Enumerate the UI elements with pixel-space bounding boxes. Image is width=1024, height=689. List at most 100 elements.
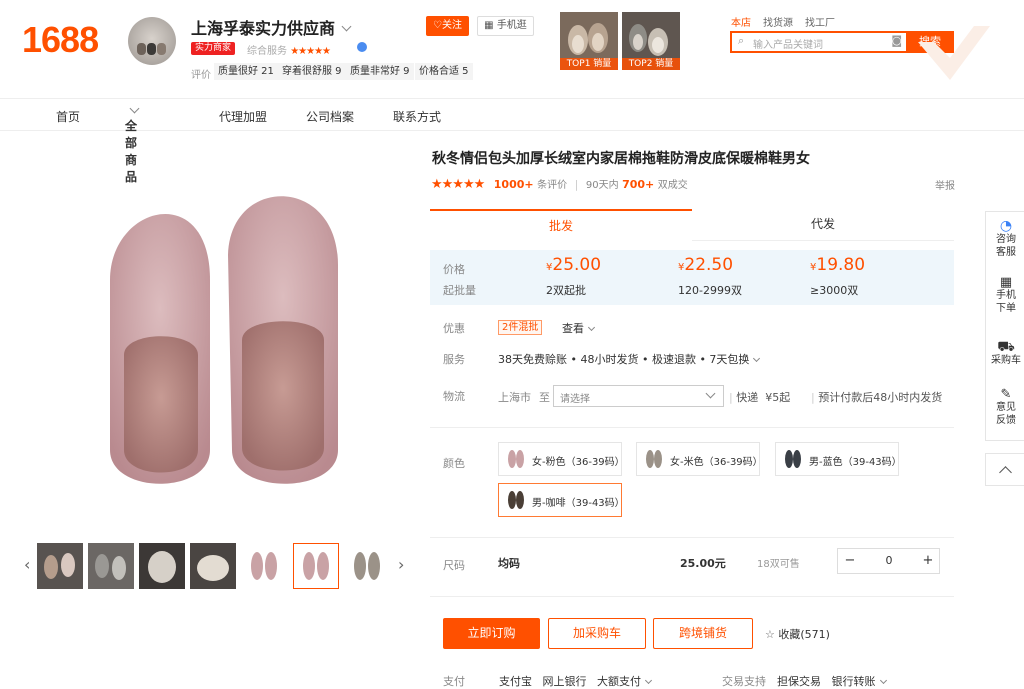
review-tag[interactable]: 穿着很舒服 9 (278, 63, 346, 80)
chevron-left-icon[interactable]: ‹ (24, 555, 30, 574)
chevron-right-icon[interactable]: › (398, 555, 404, 574)
report-link[interactable]: 举报 (935, 177, 955, 192)
search-icon: ⌕ (738, 34, 745, 47)
size-price: 25.00元 (680, 557, 726, 570)
thumbnail[interactable] (37, 543, 83, 589)
chevron-down-icon (753, 354, 761, 363)
thumbnail-selected[interactable] (293, 543, 339, 589)
nav-item[interactable]: 公司档案 (306, 108, 354, 125)
sidebar-label: 咨询 客服 (996, 234, 1016, 258)
logo[interactable]: 1688 (22, 19, 99, 61)
chevron-down-icon (587, 323, 596, 332)
moq-label: 起批量 (443, 284, 476, 297)
favorite-button[interactable]: ☆ 收藏(571) (765, 626, 830, 642)
qr-icon: ▦ (999, 275, 1013, 290)
qty-tier-1: 2双起批 (546, 284, 586, 297)
scope-tab[interactable]: 找工厂 (805, 18, 835, 29)
sidebar-item-feedback[interactable]: ✎ 意见 反馈 (986, 388, 1024, 427)
plus-button[interactable]: + (916, 549, 940, 573)
service-terms[interactable]: 38天免费赊账 • 48小时发货 • 极速退款 • 7天包换 (498, 351, 761, 367)
top-product-2[interactable]: TOP2 销量 (622, 12, 680, 70)
product-main-image[interactable] (70, 150, 410, 530)
rating-stars: ★★★★★ (431, 177, 485, 192)
minus-button[interactable]: − (838, 549, 862, 573)
sidebar-label: 手机 下单 (996, 290, 1016, 314)
color-option[interactable]: 女-粉色（36-39码） (498, 442, 625, 476)
service-rating: 综合服务 ★★★★★ (247, 46, 331, 57)
qr-icon: ▦ (484, 20, 494, 31)
decorative-watermark (918, 26, 990, 80)
qty-tier-2: 120-2999双 (678, 284, 742, 297)
buy-now-button[interactable]: 立即订购 (443, 618, 540, 649)
service-label: 服务 (443, 353, 465, 366)
trade-methods: 担保交易 银行转账 (777, 673, 887, 689)
price-tier-3: ¥19.80 (810, 255, 866, 275)
promo-label: 优惠 (443, 322, 465, 335)
scope-tab[interactable]: 本店 (731, 18, 751, 29)
quantity-stepper: − 0 + (837, 548, 940, 574)
destination-select[interactable]: 请选择 (553, 385, 724, 407)
tab-dropship[interactable]: 代发 (692, 209, 954, 241)
header: 1688 上海孚泰实力供应商 实力商家 综合服务 ★★★★★ 评价 质量很好 2… (0, 0, 1024, 98)
chevron-up-icon (998, 466, 1012, 479)
price-tier-2: ¥22.50 (678, 255, 734, 275)
floating-sidebar: ◔ 咨询 客服 ▦ 手机 下单 ⛟ 采购车 ✎ 意见 反馈 (985, 211, 1024, 441)
shop-avatar[interactable] (128, 17, 176, 65)
thumbnail[interactable] (190, 543, 236, 589)
chevron-down-icon (129, 103, 140, 114)
pay-methods: 支付宝 网上银行 大额支付 (499, 673, 653, 689)
purchase-tabs: 批发 代发 (430, 209, 954, 241)
chevron-down-icon[interactable] (879, 676, 887, 685)
chevron-down-icon[interactable] (644, 676, 653, 685)
color-label: 颜色 (443, 457, 465, 470)
review-label: 评价 (191, 70, 211, 81)
thumbnail[interactable] (241, 543, 287, 589)
color-option[interactable]: 女-米色（36-39码） (636, 442, 763, 476)
price-tier-1: ¥25.00 (546, 255, 602, 275)
cross-border-button[interactable]: 跨境铺货 (653, 618, 753, 649)
product-title: 秋冬情侣包头加厚长绒室内家居棉拖鞋防滑皮底保暖棉鞋男女 (432, 151, 810, 167)
price-label: 价格 (443, 263, 465, 276)
back-to-top-button[interactable] (985, 453, 1024, 486)
follow-button[interactable]: ♡关注 (426, 16, 469, 36)
scope-tab[interactable]: 找货源 (763, 18, 793, 29)
nav-item[interactable]: 联系方式 (393, 108, 441, 125)
add-to-cart-button[interactable]: 加采购车 (548, 618, 646, 649)
sidebar-item-service[interactable]: ◔ 咨询 客服 (986, 218, 1024, 259)
shop-nav: 首页 全部商品 代理加盟 公司档案 联系方式 (0, 98, 1024, 184)
nav-item[interactable]: 代理加盟 (219, 108, 267, 125)
heart-icon: ♡ (433, 20, 442, 31)
thumbnail[interactable] (344, 543, 390, 589)
top-label: TOP2 销量 (622, 58, 680, 70)
strength-badge: 实力商家 (191, 42, 236, 55)
express-info: | 快递 ¥5起 (729, 391, 791, 404)
color-option[interactable]: 男-蓝色（39-43码） (775, 442, 902, 476)
tab-wholesale[interactable]: 批发 (430, 209, 692, 241)
slipper-image (110, 196, 338, 484)
chat-icon: ◔ (999, 218, 1013, 234)
divider (430, 537, 954, 538)
mobile-browse-button[interactable]: ▦ 手机逛 (477, 16, 534, 36)
shop-name[interactable]: 上海孚泰实力供应商 (191, 15, 352, 39)
promo-tag: 2件混批 (498, 320, 543, 335)
sidebar-item-cart[interactable]: ⛟ 采购车 (986, 339, 1024, 367)
sidebar-item-mobile[interactable]: ▦ 手机 下单 (986, 276, 1024, 315)
cart-icon: ⛟ (997, 339, 1015, 355)
color-option-selected[interactable]: 男-咖啡（39-43码） (498, 483, 625, 517)
divider (430, 427, 954, 428)
thumbnail[interactable] (88, 543, 134, 589)
search-scope-tabs: 本店 找货源 找工厂 (731, 14, 847, 29)
promo-view-toggle[interactable]: 查看 (562, 320, 596, 336)
thumbnail[interactable] (139, 543, 185, 589)
rating-row: ★★★★★ 1000+ 条评价 | 90天内 700+ 双成交 (431, 177, 688, 192)
chevron-down-icon (341, 21, 352, 32)
review-tag[interactable]: 质量很好 21 (214, 63, 278, 80)
search-input[interactable]: ⌕ 输入产品关键词 ◙ (730, 31, 908, 53)
top-product-1[interactable]: TOP1 销量 (560, 12, 618, 70)
quantity-input[interactable]: 0 (862, 549, 916, 573)
nav-item[interactable]: 首页 (56, 108, 80, 125)
qty-tier-3: ≥3000双 (810, 284, 859, 297)
sidebar-label: 采购车 (991, 355, 1021, 366)
review-tag[interactable]: 质量非常好 9 (346, 63, 414, 80)
review-tag[interactable]: 价格合适 5 (415, 63, 473, 80)
